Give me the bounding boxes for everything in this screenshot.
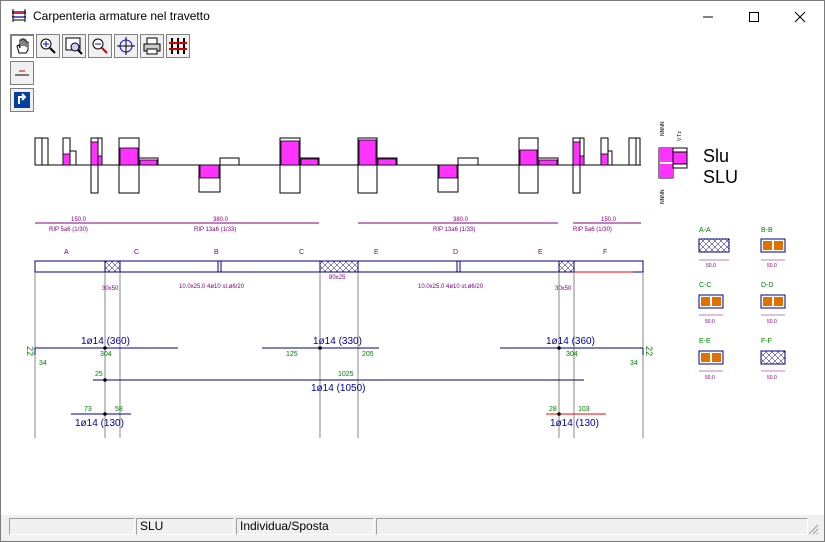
drawing-canvas[interactable]: NNNN V.Tz NNNN 150.0 RIP 5a6 (1/30) 380.… — [1, 1, 824, 515]
svg-text:50.0: 50.0 — [706, 263, 716, 269]
hook-left: 22 — [25, 346, 35, 356]
svg-text:50.0: 50.0 — [767, 263, 777, 269]
svg-text:V.Tz: V.Tz — [677, 131, 683, 141]
hook-right: 22 — [644, 346, 654, 356]
span-dimensions: 150.0 RIP 5a6 (1/30) 380.0 RIP 13a6 (1/3… — [35, 217, 641, 233]
rebar-bottom-left-right: 58 — [115, 406, 123, 413]
rebar-bottom-left-left: 73 — [84, 406, 92, 413]
vertical-grid — [34, 272, 644, 438]
status-cell-4 — [376, 518, 808, 535]
mark-f: F — [603, 249, 607, 256]
span3-rip: RIP 13a6 (1/33) — [433, 227, 475, 233]
section-markers: A C B C E D E F — [64, 249, 607, 256]
svg-text:50.0: 50.0 — [705, 319, 715, 325]
span1-dim: 150.0 — [71, 217, 87, 223]
mark-a: A — [64, 249, 69, 256]
section-c-c: C-C 50.0 — [698, 282, 724, 325]
rebar-top-right-label: 1ø14 (360) — [546, 336, 595, 347]
rebar-top-left-mid: 304 — [100, 351, 112, 358]
status-load-case: SLU — [136, 518, 234, 535]
svg-text:C-C: C-C — [699, 282, 711, 289]
rebars: 1ø14 (360) 1ø14 (330) 1ø14 (360) 1ø14 (1… — [25, 336, 654, 429]
svg-text:50.0: 50.0 — [705, 375, 715, 381]
span4-rip: RIP 5a6 (1/30) — [573, 227, 612, 233]
section-a-a: A-A 50.0 — [698, 227, 730, 269]
rebar-bottom-long-label: 1ø14 (1050) — [311, 383, 365, 394]
span1-desc: 10.0x25.0 4ø10 st.ø6/20 — [179, 284, 245, 290]
status-mode: Individua/Sposta — [236, 518, 374, 535]
section-e-e: E-E 50.0 — [698, 338, 724, 381]
rebar-bottom-right-right: 103 — [578, 406, 590, 413]
rebar-top-right-mid: 304 — [566, 351, 578, 358]
mark-d: D — [453, 249, 458, 256]
mid-section-label: 80x25 — [329, 275, 346, 281]
load-case-type: SLU — [703, 167, 739, 187]
application-window: Carpenteria armature nel travetto NNNN V… — [0, 0, 825, 542]
span4-dim: 150.0 — [601, 217, 617, 223]
svg-text:A-A: A-A — [699, 227, 711, 234]
svg-text:NNNN: NNNN — [660, 189, 666, 204]
rebar-top-mid-right: 205 — [362, 351, 374, 358]
rebar-top-mid-label: 1ø14 (330) — [313, 336, 362, 347]
mark-c1: C — [134, 249, 139, 256]
svg-text:50.0: 50.0 — [767, 375, 777, 381]
rebar-bottom-right-left: 28 — [549, 406, 557, 413]
moment-diagram: NNNN V.Tz NNNN — [34, 121, 688, 204]
mark-e1: E — [374, 249, 379, 256]
svg-text:D-D: D-D — [761, 282, 773, 289]
span2-rip: RIP 13a6 (1/33) — [194, 227, 236, 233]
span1-rip: RIP 5a6 (1/30) — [49, 227, 88, 233]
col-right-label: 30x50 — [555, 286, 572, 292]
rebar-top-right-right: 34 — [630, 360, 638, 367]
svg-text:NNNN: NNNN — [660, 121, 666, 136]
section-f-f: F-F 50.0 — [760, 338, 786, 381]
span2-dim: 380.0 — [213, 217, 229, 223]
section-d-d: D-D 50.0 — [760, 282, 786, 325]
svg-text:F-F: F-F — [761, 338, 772, 345]
resize-grip-icon[interactable] — [807, 523, 819, 535]
cross-sections: A-A 50.0 B-B 50.0 C-C 50.0 D-D 50.0 E-E … — [698, 227, 786, 381]
col-left-label: 30x50 — [102, 286, 119, 292]
section-b-b: B-B 50.0 — [760, 227, 786, 269]
status-bar: SLU Individua/Sposta — [1, 515, 824, 541]
svg-text:E-E: E-E — [699, 338, 711, 345]
rebar-bottom-long-left: 25 — [95, 371, 103, 378]
rebar-top-left-left: 34 — [39, 360, 47, 367]
load-case-name: Slu — [703, 146, 730, 166]
beam-elevation: 30x50 80x25 30x50 10.0x25.0 4ø10 st.ø6/2… — [34, 260, 644, 292]
rebar-bottom-long-right: 1025 — [338, 371, 354, 378]
rebar-top-left-label: 1ø14 (360) — [81, 336, 130, 347]
rebar-bottom-right-label: 1ø14 (130) — [550, 418, 599, 429]
mark-c2: C — [299, 249, 304, 256]
span3-dim: 380.0 — [453, 217, 469, 223]
svg-text:50.0: 50.0 — [767, 319, 777, 325]
mark-e2: E — [538, 249, 543, 256]
rebar-bottom-left-label: 1ø14 (130) — [75, 418, 124, 429]
rebar-top-mid-left: 125 — [286, 351, 298, 358]
mark-b: B — [214, 249, 219, 256]
span2-desc: 10.0x25.0 4ø10 st.ø6/20 — [418, 284, 484, 290]
status-cell-1 — [9, 518, 135, 535]
svg-text:B-B: B-B — [761, 227, 773, 234]
